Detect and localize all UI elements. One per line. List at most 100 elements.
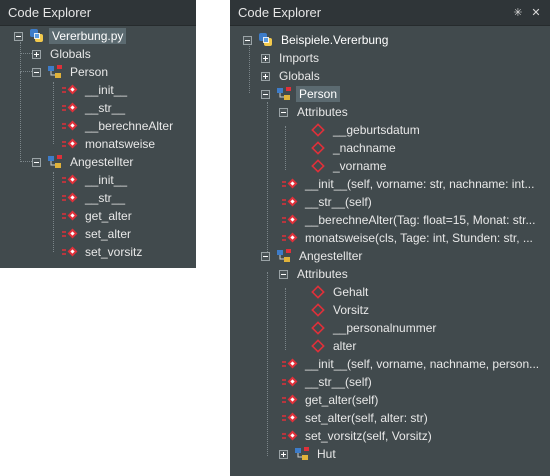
method-icon xyxy=(282,194,298,210)
method-label: monatsweise xyxy=(85,137,156,151)
collapse-icon[interactable] xyxy=(32,157,41,167)
attribute-item[interactable]: _nachname xyxy=(310,139,399,157)
code-explorer-panel-left: Code Explorer Vererbung.py Globals Perso… xyxy=(0,0,196,268)
attribute-label: Vorsitz xyxy=(333,303,370,317)
tree-imports[interactable]: Imports xyxy=(261,49,322,67)
attribute-label: Gehalt xyxy=(333,285,369,299)
collapse-icon[interactable] xyxy=(279,107,288,117)
pin-icon[interactable]: ✳ xyxy=(512,6,524,19)
attribute-item[interactable]: Vorsitz xyxy=(310,301,372,319)
attribute-item[interactable]: alter xyxy=(310,337,359,355)
expand-icon[interactable] xyxy=(261,53,270,63)
method-icon xyxy=(282,374,298,390)
method-icon xyxy=(62,244,78,260)
method-item[interactable]: get_alter xyxy=(62,207,135,225)
attribute-label: _nachname xyxy=(333,141,396,155)
tree-class-person[interactable]: Person xyxy=(32,63,111,81)
close-icon[interactable]: ✕ xyxy=(530,6,542,19)
method-icon xyxy=(282,356,298,372)
tree-attributes[interactable]: Attributes xyxy=(279,265,351,283)
tree-globals[interactable]: Globals xyxy=(261,67,323,85)
method-item[interactable]: __init__(self, vorname: str, nachname: i… xyxy=(282,175,537,193)
method-icon xyxy=(62,100,78,116)
attribute-item[interactable]: _vorname xyxy=(310,157,389,175)
method-label: __str__ xyxy=(85,191,126,205)
class-label: Person xyxy=(70,65,109,79)
code-tree: Vererbung.py Globals Person __init__ __st… xyxy=(0,26,196,268)
class-icon xyxy=(294,446,310,462)
tree-class-angestellter[interactable]: Angestellter xyxy=(261,247,365,265)
expand-icon[interactable] xyxy=(261,71,270,81)
collapse-icon[interactable] xyxy=(32,67,41,77)
attribute-label: _vorname xyxy=(333,159,387,173)
tree-class-angestellter[interactable]: Angestellter xyxy=(32,153,136,171)
method-item[interactable]: set_alter xyxy=(62,225,134,243)
method-item[interactable]: __berechneAlter(Tag: float=15, Monat: st… xyxy=(282,211,538,229)
imports-label: Imports xyxy=(279,51,320,65)
tree-class-hut[interactable]: Hut xyxy=(279,445,339,463)
attribute-item[interactable]: __personalnummer xyxy=(310,319,439,337)
method-item[interactable]: monatsweise xyxy=(62,135,158,153)
method-item[interactable]: __berechneAlter xyxy=(62,117,176,135)
method-label: __str__(self) xyxy=(305,375,372,389)
tree-module[interactable]: Beispiele.Vererbung xyxy=(243,31,391,49)
method-icon xyxy=(282,428,298,444)
panel-title: Code Explorer xyxy=(238,5,322,20)
method-icon xyxy=(282,230,298,246)
tree-globals[interactable]: Globals xyxy=(32,45,94,63)
attribute-item[interactable]: Gehalt xyxy=(310,283,371,301)
module-label: Beispiele.Vererbung xyxy=(281,33,389,47)
collapse-icon[interactable] xyxy=(14,31,23,41)
class-label: Angestellter xyxy=(299,249,363,263)
collapse-icon[interactable] xyxy=(261,89,270,99)
tree-attributes[interactable]: Attributes xyxy=(279,103,351,121)
globals-label: Globals xyxy=(50,47,91,61)
attributes-label: Attributes xyxy=(297,267,348,281)
class-icon xyxy=(276,86,292,102)
expand-icon[interactable] xyxy=(279,449,288,459)
method-icon xyxy=(62,82,78,98)
method-icon xyxy=(62,172,78,188)
method-label: __init__ xyxy=(85,83,128,97)
attribute-icon xyxy=(310,158,326,174)
method-icon xyxy=(282,392,298,408)
method-item[interactable]: set_vorsitz(self, Vorsitz) xyxy=(282,427,435,445)
method-item[interactable]: __str__ xyxy=(62,189,128,207)
method-item[interactable]: set_vorsitz xyxy=(62,243,145,261)
method-icon xyxy=(62,190,78,206)
method-item[interactable]: __init__ xyxy=(62,171,130,189)
panel-title: Code Explorer xyxy=(8,5,92,20)
attribute-icon xyxy=(310,302,326,318)
method-label: __berechneAlter(Tag: float=15, Monat: st… xyxy=(305,213,536,227)
collapse-icon[interactable] xyxy=(261,251,270,261)
method-label: monatsweise(cls, Tage: int, Stunden: str… xyxy=(305,231,533,245)
method-label: __init__ xyxy=(85,173,128,187)
tree-module[interactable]: Vererbung.py xyxy=(14,27,127,45)
class-icon xyxy=(47,64,63,80)
method-item[interactable]: monatsweise(cls, Tage: int, Stunden: str… xyxy=(282,229,536,247)
method-item[interactable]: __str__(self) xyxy=(282,373,375,391)
method-item[interactable]: __init__ xyxy=(62,81,130,99)
attribute-label: __geburtsdatum xyxy=(333,123,420,137)
collapse-icon[interactable] xyxy=(279,269,288,279)
method-label: __berechneAlter xyxy=(85,119,174,133)
method-label: set_vorsitz xyxy=(85,245,143,259)
module-label: Vererbung.py xyxy=(49,28,127,44)
method-icon xyxy=(62,136,78,152)
class-label: Person xyxy=(296,86,341,102)
attribute-item[interactable]: __geburtsdatum xyxy=(310,121,423,139)
method-label: get_alter(self) xyxy=(305,393,379,407)
method-item[interactable]: get_alter(self) xyxy=(282,391,381,409)
method-label: __str__ xyxy=(85,101,126,115)
tree-class-person[interactable]: Person xyxy=(261,85,341,103)
method-item[interactable]: __str__(self) xyxy=(282,193,375,211)
method-icon xyxy=(282,176,298,192)
attribute-icon xyxy=(310,320,326,336)
class-label: Angestellter xyxy=(70,155,134,169)
attribute-icon xyxy=(310,140,326,156)
collapse-icon[interactable] xyxy=(243,35,252,45)
method-item[interactable]: __str__ xyxy=(62,99,128,117)
method-item[interactable]: __init__(self, vorname, nachname, person… xyxy=(282,355,542,373)
expand-icon[interactable] xyxy=(32,49,41,59)
method-item[interactable]: set_alter(self, alter: str) xyxy=(282,409,431,427)
